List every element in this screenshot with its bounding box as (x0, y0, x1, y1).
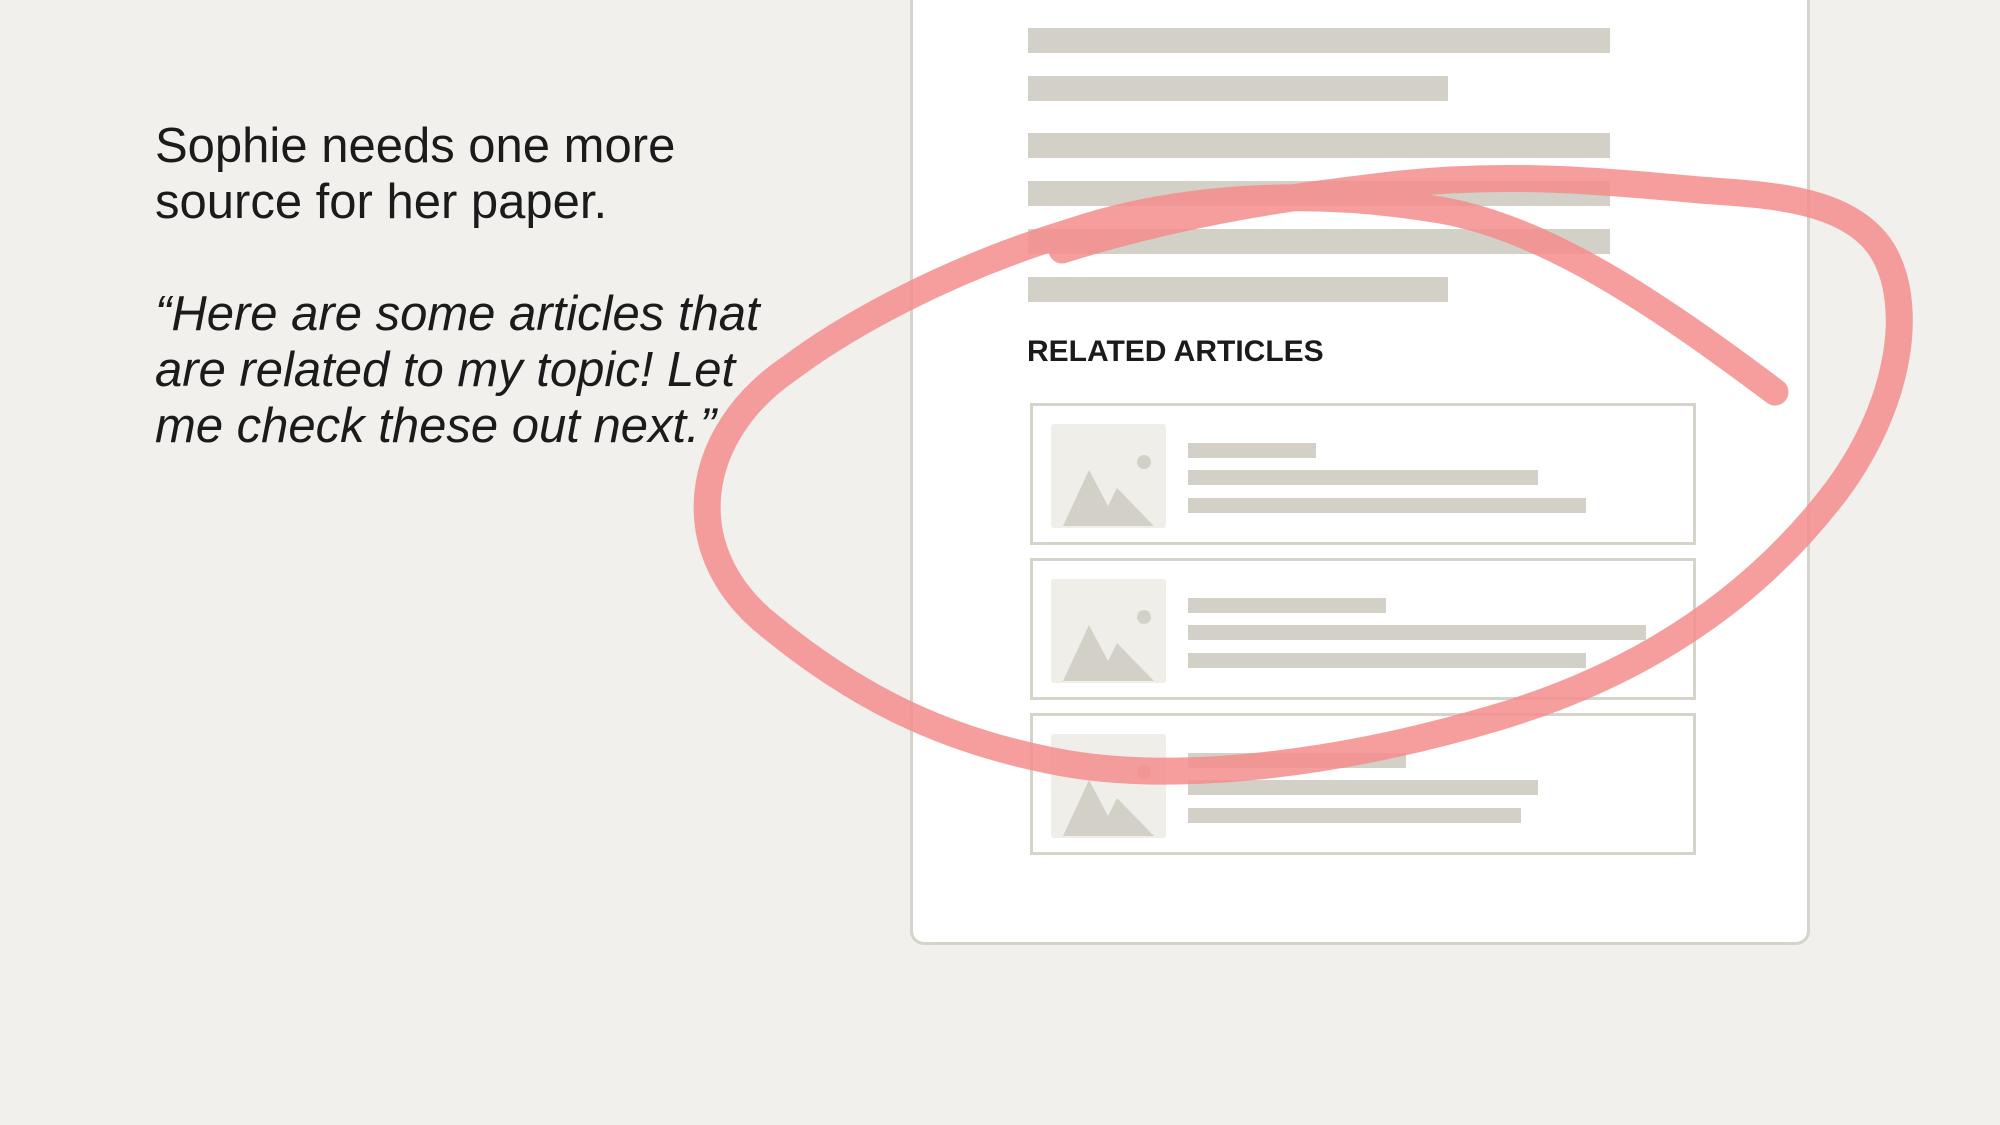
image-placeholder-icon (1051, 424, 1166, 528)
placeholder-line (1028, 181, 1610, 206)
placeholder-line (1028, 133, 1610, 158)
placeholder-line (1028, 28, 1610, 53)
story-intro: Sophie needs one more source for her pap… (155, 119, 676, 229)
article-meta-line (1188, 808, 1521, 823)
article-meta-line (1188, 470, 1538, 485)
image-placeholder-icon (1063, 610, 1154, 681)
story-text: Sophie needs one more source for her pap… (155, 118, 805, 454)
placeholder-line (1028, 277, 1448, 302)
related-article-card-1[interactable] (1030, 403, 1696, 545)
article-meta-line (1188, 753, 1406, 768)
illustration-stage: Sophie needs one more source for her pap… (0, 0, 2000, 1125)
research-paper-page: RELATED ARTICLES (910, 0, 1810, 945)
placeholder-line (1028, 76, 1448, 101)
related-article-card-2[interactable] (1030, 558, 1696, 700)
related-article-card-3[interactable] (1030, 713, 1696, 855)
placeholder-line (1028, 229, 1610, 254)
article-meta-line (1188, 780, 1538, 795)
image-placeholder-icon (1051, 734, 1166, 838)
article-meta-line (1188, 443, 1316, 458)
story-quote: “Here are some articles that are related… (155, 287, 760, 453)
article-meta-line (1188, 625, 1646, 640)
image-placeholder-icon (1051, 579, 1166, 683)
related-articles-heading: RELATED ARTICLES (1027, 335, 1324, 368)
article-meta-line (1188, 598, 1386, 613)
image-placeholder-icon (1063, 455, 1154, 526)
article-meta-line (1188, 653, 1586, 668)
article-meta-line (1188, 498, 1586, 513)
image-placeholder-icon (1063, 765, 1154, 836)
